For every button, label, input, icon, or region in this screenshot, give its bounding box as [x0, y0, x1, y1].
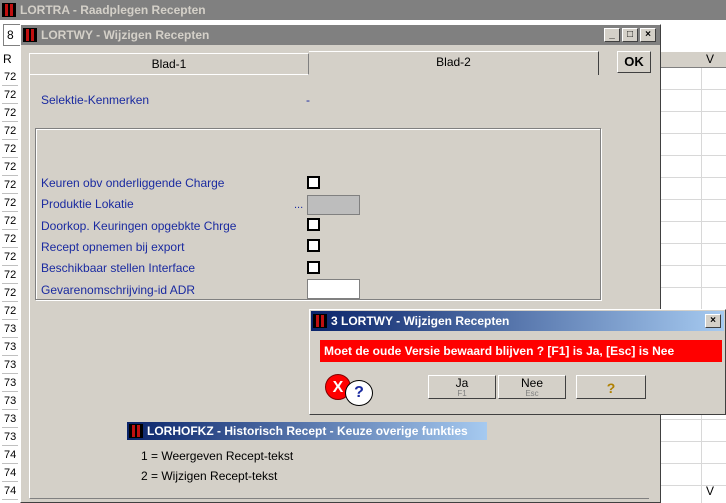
selectie-value: - [306, 93, 310, 107]
row-number[interactable]: 73 [2, 428, 18, 446]
app-icon [129, 424, 143, 438]
field-label-interface: Beschikbaar stellen Interface [41, 261, 196, 275]
row-number-column: 72 72 72 72 72 72 72 72 72 72 72 72 72 72 73 73 73 73 73 73… [2, 68, 18, 503]
row-number[interactable]: 72 [2, 176, 18, 194]
minimize-button[interactable]: _ [604, 28, 620, 42]
bottom-right-marker: V [706, 484, 715, 498]
row-number[interactable]: 72 [2, 212, 18, 230]
row-number[interactable]: 72 [2, 248, 18, 266]
row-number[interactable]: 73 [2, 374, 18, 392]
history-title: LORHOFKZ - Historisch Recept - Keuze ove… [147, 424, 468, 438]
close-button[interactable]: × [640, 28, 656, 42]
app-icon [2, 3, 16, 17]
row-number[interactable]: 73 [2, 392, 18, 410]
lokatie-input[interactable] [307, 195, 360, 215]
field-label-export: Recept opnemen bij export [41, 240, 185, 254]
tab-blad-1[interactable]: Blad-1 [29, 53, 309, 75]
row-number[interactable]: 73 [2, 410, 18, 428]
adr-input[interactable] [307, 279, 360, 299]
tab-blad-2[interactable]: Blad-2 [309, 51, 599, 75]
row-number[interactable]: 74 [2, 446, 18, 464]
ja-button[interactable]: Ja F1 [428, 375, 496, 399]
column-header-left[interactable]: R [3, 52, 12, 66]
ja-button-key: F1 [457, 389, 467, 398]
nee-button-key: Esc [525, 389, 539, 398]
selectie-label: Selektie-Kenmerken [41, 93, 150, 107]
record-combo[interactable]: 8 [3, 24, 21, 46]
row-number[interactable]: 72 [2, 194, 18, 212]
background-grid-rows [658, 68, 726, 503]
dialog-title: 3 LORTWY - Wijzigen Recepten [331, 314, 510, 328]
history-window: LORHOFKZ - Historisch Recept - Keuze ove… [127, 422, 489, 492]
row-number[interactable]: 72 [2, 284, 18, 302]
field-label-lokatie: Produktie Lokatie [41, 197, 134, 211]
ja-button-label: Ja [455, 376, 469, 390]
export-checkbox[interactable] [307, 239, 320, 252]
ok-button[interactable]: OK [617, 51, 651, 73]
row-number[interactable]: 72 [2, 266, 18, 284]
main-window-title: LORTWY - Wijzigen Recepten [41, 28, 210, 42]
row-number[interactable]: 73 [2, 356, 18, 374]
doorkop-checkbox[interactable] [307, 218, 320, 231]
nee-button[interactable]: Nee Esc [498, 375, 566, 399]
app-title: LORTRA - Raadplegen Recepten [20, 3, 206, 17]
history-item-2[interactable]: 2 = Wijzigen Recept-tekst [141, 469, 277, 483]
dialog-close-button[interactable]: × [705, 314, 721, 328]
row-number[interactable]: 73 [2, 320, 18, 338]
nee-button-label: Nee [520, 376, 543, 390]
main-window-titlebar[interactable]: LORTWY - Wijzigen Recepten [21, 25, 660, 45]
row-number[interactable]: 72 [2, 158, 18, 176]
field-label-keuren: Keuren obv onderliggende Charge [41, 176, 225, 190]
field-label-doorkop: Doorkop. Keuringen opgebkte Chrge [41, 219, 237, 233]
row-number[interactable]: 73 [2, 338, 18, 356]
column-header-right-area[interactable]: V [658, 52, 726, 68]
field-label-adr: Gevarenomschrijving-id ADR [41, 283, 196, 297]
app-titlebar[interactable]: LORTRA - Raadplegen Recepten [0, 0, 726, 20]
row-number[interactable]: 72 [2, 86, 18, 104]
row-number[interactable]: 72 [2, 302, 18, 320]
row-number[interactable]: 72 [2, 122, 18, 140]
row-number[interactable]: 72 [2, 104, 18, 122]
maximize-button[interactable]: □ [622, 28, 638, 42]
history-item-1[interactable]: 1 = Weergeven Recept-tekst [141, 449, 293, 463]
window-controls: _ □ × [604, 28, 656, 42]
interface-checkbox[interactable] [307, 261, 320, 274]
row-number[interactable]: 72 [2, 140, 18, 158]
column-header-right: V [706, 52, 715, 66]
row-number[interactable]: 72 [2, 230, 18, 248]
history-titlebar[interactable]: LORHOFKZ - Historisch Recept - Keuze ove… [127, 422, 487, 440]
dialog-message: Moet de oude Versie bewaard blijven ? [F… [320, 340, 722, 362]
row-number[interactable]: 72 [2, 68, 18, 86]
app-icon [23, 28, 37, 42]
confirm-dialog: 3 LORTWY - Wijzigen Recepten × Moet de o… [309, 309, 726, 415]
keuren-checkbox[interactable] [307, 176, 320, 189]
dialog-titlebar[interactable]: 3 LORTWY - Wijzigen Recepten [311, 311, 724, 331]
lokatie-prefix: ... [294, 199, 304, 211]
help-bubble-icon: ? [345, 380, 373, 406]
help-button[interactable]: ? [576, 375, 646, 399]
app-icon [313, 314, 327, 328]
row-number[interactable]: 74 [2, 482, 18, 500]
row-number[interactable]: 74 [2, 464, 18, 482]
